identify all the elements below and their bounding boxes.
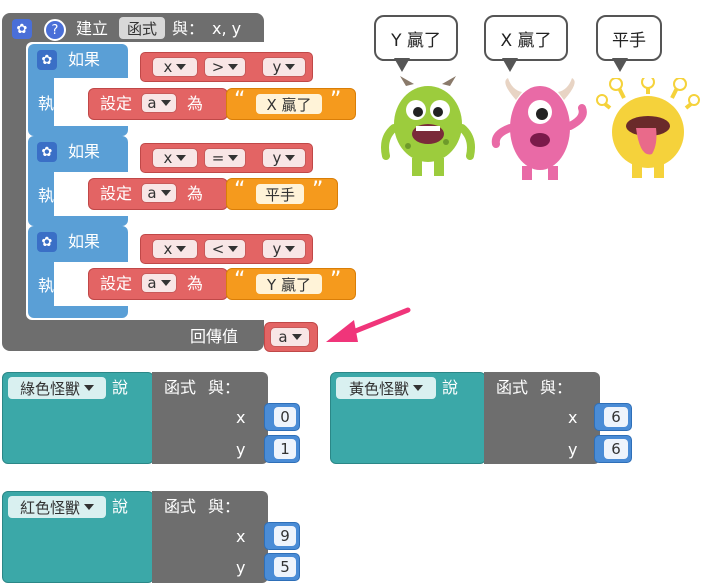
to-label: 為 bbox=[187, 94, 204, 113]
x-label: x bbox=[568, 408, 578, 427]
monster-dropdown[interactable]: 綠色怪獸 bbox=[8, 377, 106, 399]
x-value[interactable]: 6 bbox=[604, 407, 628, 427]
help-icon[interactable]: ? bbox=[44, 19, 66, 41]
gear-icon[interactable]: ✿ bbox=[37, 50, 57, 70]
with-label: 與： bbox=[208, 378, 241, 397]
arrow-icon bbox=[326, 307, 411, 342]
bubble-tail bbox=[502, 58, 518, 72]
say-label: 說 bbox=[112, 497, 129, 516]
string-value[interactable]: X 贏了 bbox=[256, 94, 322, 114]
yellow-monster[interactable] bbox=[596, 78, 700, 182]
do-label: 執行 bbox=[38, 186, 71, 205]
speech-bubble-yellow: 平手 bbox=[596, 15, 662, 61]
x-label: x bbox=[236, 408, 246, 427]
right-var-dropdown[interactable]: y bbox=[262, 239, 306, 259]
open-quote-icon: “ bbox=[234, 178, 246, 203]
left-var-dropdown[interactable]: x bbox=[152, 148, 198, 168]
set-var-dropdown[interactable]: a bbox=[141, 93, 177, 113]
y-label: y bbox=[236, 440, 246, 459]
set-label: 設定 bbox=[100, 94, 133, 113]
string-value[interactable]: 平手 bbox=[256, 184, 304, 204]
with-label: 與： bbox=[540, 378, 573, 397]
x-label: x bbox=[236, 527, 246, 546]
operator-dropdown[interactable]: < bbox=[204, 239, 246, 259]
operator-dropdown[interactable]: = bbox=[204, 148, 246, 168]
set-var-dropdown[interactable]: a bbox=[141, 273, 177, 293]
y-label: y bbox=[568, 440, 578, 459]
return-label: 回傳值 bbox=[190, 327, 239, 346]
left-var-dropdown[interactable]: x bbox=[152, 57, 198, 77]
say-label: 說 bbox=[442, 378, 459, 397]
do-label: 執行 bbox=[38, 94, 71, 113]
with-label: 與： bbox=[208, 497, 241, 516]
set-label: 設定 bbox=[100, 274, 133, 293]
y-value[interactable]: 1 bbox=[274, 439, 296, 459]
monster-dropdown[interactable]: 紅色怪獸 bbox=[8, 496, 106, 518]
open-quote-icon: “ bbox=[234, 88, 246, 113]
x-value[interactable]: 0 bbox=[274, 407, 296, 427]
y-value[interactable]: 5 bbox=[274, 557, 296, 577]
right-var-dropdown[interactable]: y bbox=[262, 148, 306, 168]
string-value[interactable]: Y 贏了 bbox=[256, 274, 322, 294]
function-label: 函式 bbox=[496, 378, 529, 397]
gear-icon[interactable]: ✿ bbox=[37, 232, 57, 252]
left-var-dropdown[interactable]: x bbox=[152, 239, 198, 259]
if-label: 如果 bbox=[68, 232, 101, 251]
with-label: 與： bbox=[172, 19, 205, 38]
green-monster[interactable] bbox=[378, 76, 478, 182]
y-label: y bbox=[236, 558, 246, 577]
set-label: 設定 bbox=[100, 184, 133, 203]
set-var-dropdown[interactable]: a bbox=[141, 183, 177, 203]
pink-monster[interactable] bbox=[490, 78, 590, 182]
open-quote-icon: “ bbox=[234, 268, 246, 293]
y-value[interactable]: 6 bbox=[604, 439, 628, 459]
operator-dropdown[interactable]: > bbox=[204, 57, 246, 77]
function-label: 函式 bbox=[164, 378, 197, 397]
gear-icon[interactable]: ✿ bbox=[37, 142, 57, 162]
to-label: 為 bbox=[187, 184, 204, 203]
speech-bubble-pink: X 贏了 bbox=[484, 15, 568, 61]
function-name-field[interactable]: 函式 bbox=[119, 17, 165, 39]
close-quote-icon: ” bbox=[330, 268, 342, 293]
define-label: 建立 bbox=[76, 19, 109, 38]
if-label: 如果 bbox=[68, 142, 101, 161]
close-quote-icon: ” bbox=[330, 88, 342, 113]
say-label: 說 bbox=[112, 378, 129, 397]
return-var-dropdown[interactable]: a bbox=[270, 327, 310, 347]
function-label: 函式 bbox=[164, 497, 197, 516]
do-label: 執行 bbox=[38, 276, 71, 295]
right-var-dropdown[interactable]: y bbox=[262, 57, 306, 77]
monster-dropdown[interactable]: 黃色怪獸 bbox=[336, 377, 436, 399]
speech-bubble-green: Y 贏了 bbox=[374, 15, 458, 61]
params-label: x, y bbox=[212, 19, 242, 38]
bubble-tail bbox=[612, 58, 628, 72]
close-quote-icon: ” bbox=[312, 178, 324, 203]
x-value[interactable]: 9 bbox=[274, 526, 296, 546]
to-label: 為 bbox=[187, 274, 204, 293]
gear-icon[interactable]: ✿ bbox=[12, 19, 32, 39]
bubble-tail bbox=[394, 58, 410, 72]
if-label: 如果 bbox=[68, 50, 101, 69]
